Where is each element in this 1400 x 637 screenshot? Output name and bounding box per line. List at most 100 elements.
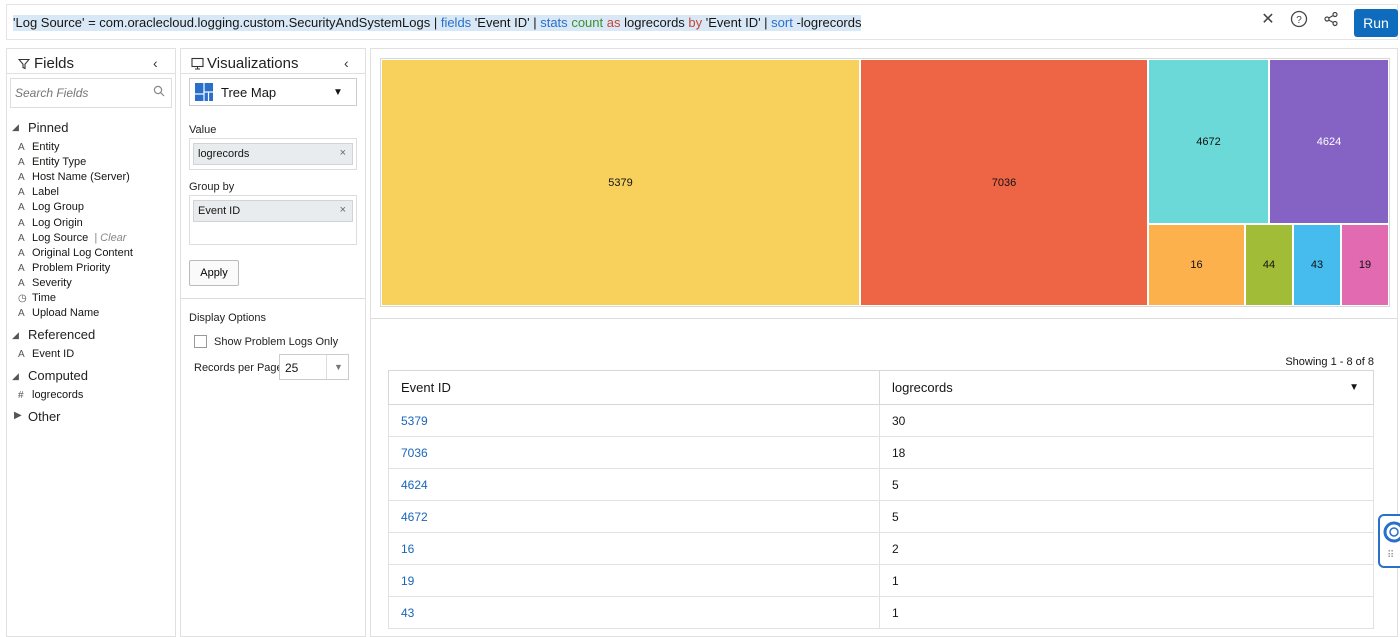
event-id-link[interactable]: 4672	[388, 500, 880, 533]
treemap-tile-label: 4672	[1196, 135, 1221, 148]
field-item[interactable]: ◷ Time	[18, 292, 56, 304]
field-type-icon: A	[18, 277, 25, 289]
group-referenced[interactable]: Referenced	[28, 327, 95, 342]
field-type-icon: A	[18, 187, 25, 199]
treemap-tile[interactable]: 4624	[1269, 59, 1389, 224]
search-fields-box[interactable]	[10, 78, 172, 108]
dropdown-arrow-icon[interactable]: ▼	[333, 87, 343, 98]
field-name: Problem Priority	[32, 261, 111, 274]
treemap-icon	[195, 83, 213, 106]
group-by-chip-label: Event ID	[198, 205, 241, 217]
treemap-tile[interactable]: 16	[1148, 224, 1245, 306]
field-item[interactable]: A Label	[18, 186, 59, 198]
drag-handle-icon[interactable]: ⠿	[1387, 550, 1395, 561]
treemap-tile-label: 16	[1190, 259, 1203, 271]
group-pinned[interactable]: Pinned	[28, 120, 68, 135]
field-item[interactable]: A Problem Priority	[18, 262, 110, 274]
event-id-link[interactable]: 43	[388, 596, 880, 629]
records-per-page-select[interactable]: 25 ▼	[279, 354, 349, 380]
group-computed[interactable]: Computed	[28, 368, 88, 383]
field-type-icon: A	[18, 217, 25, 229]
treemap-tile[interactable]: 5379	[381, 59, 860, 306]
query-token: -logrecords	[792, 15, 862, 30]
treemap-tile[interactable]: 43	[1293, 224, 1341, 306]
treemap-tile[interactable]: 4672	[1148, 59, 1269, 224]
event-id-link[interactable]: 19	[388, 564, 880, 597]
query-text[interactable]: 'Log Source' = com.oraclecloud.logging.c…	[13, 15, 862, 31]
event-id-link[interactable]: 7036	[388, 436, 880, 469]
lifebuoy-icon	[1383, 521, 1400, 548]
field-item[interactable]: # logrecords	[18, 389, 83, 401]
treemap-tile-label: 4624	[1316, 135, 1342, 148]
apply-button[interactable]: Apply	[189, 260, 239, 286]
field-name: Original Log Content	[32, 246, 133, 259]
table-row: 19 1	[388, 564, 1374, 597]
remove-chip-icon[interactable]: ×	[340, 204, 346, 216]
close-icon[interactable]: ✕	[1257, 8, 1279, 30]
field-item[interactable]: A Log Group	[18, 201, 84, 213]
caret-down-icon[interactable]: ◢	[12, 371, 19, 382]
field-item[interactable]: A Original Log Content	[18, 247, 133, 259]
query-token: 'Event ID' |	[471, 15, 541, 30]
group-by-chip[interactable]: Event ID ×	[193, 200, 353, 222]
problem-logs-checkbox[interactable]	[194, 335, 207, 348]
help-icon[interactable]: ?	[1288, 8, 1310, 30]
showing-count: Showing 1 - 8 of 8	[1285, 356, 1374, 368]
logrecords-cell: 5	[879, 468, 1374, 501]
event-id-link[interactable]: 16	[388, 532, 880, 565]
column-header-logrecords[interactable]: logrecords ▼	[879, 370, 1374, 405]
run-button[interactable]: Run	[1354, 9, 1398, 37]
collapse-viz-icon[interactable]: ‹	[344, 55, 349, 71]
field-item[interactable]: A Event ID	[18, 348, 74, 360]
query-token: logrecords	[620, 15, 689, 30]
field-item[interactable]: A Log Origin	[18, 217, 83, 229]
search-fields-input[interactable]	[15, 84, 145, 102]
visualization-select[interactable]: Tree Map ▼	[189, 78, 357, 106]
divider	[7, 73, 175, 74]
value-chip-label: logrecords	[198, 148, 250, 160]
group-by-dropzone[interactable]: Event ID ×	[189, 195, 357, 245]
divider	[181, 73, 365, 74]
display-options-label: Display Options	[189, 312, 267, 324]
field-name: Event ID	[32, 348, 75, 360]
collapse-fields-icon[interactable]: ‹	[153, 55, 158, 71]
logrecords-cell: 1	[879, 596, 1374, 629]
field-name: Severity	[32, 276, 72, 289]
field-item[interactable]: A Host Name (Server)	[18, 171, 130, 183]
field-item[interactable]: A Entity	[18, 141, 60, 153]
value-chip[interactable]: logrecords ×	[193, 143, 353, 165]
caret-down-icon[interactable]: ◢	[12, 330, 19, 341]
field-type-icon: A	[18, 247, 25, 259]
search-icon[interactable]	[153, 84, 165, 102]
query-token: count	[571, 15, 604, 30]
dropdown-arrow-icon[interactable]: ▼	[334, 362, 343, 372]
share-icon[interactable]	[1320, 8, 1342, 30]
value-dropzone[interactable]: logrecords ×	[189, 138, 357, 170]
caret-down-icon[interactable]: ◢	[12, 122, 19, 133]
help-widget[interactable]: ⠿	[1378, 514, 1400, 568]
table-header-row: Event ID logrecords ▼	[388, 370, 1374, 405]
column-header-logrecords-label: logrecords	[892, 380, 953, 395]
remove-chip-icon[interactable]: ×	[340, 147, 346, 159]
group-other[interactable]: Other	[28, 409, 61, 424]
query-token: 'Event ID' |	[702, 15, 772, 30]
event-id-link[interactable]: 5379	[388, 404, 880, 437]
query-token: fields	[440, 15, 472, 30]
event-id-link[interactable]: 4624	[388, 468, 880, 501]
treemap-tile[interactable]: 7036	[860, 59, 1148, 306]
field-item[interactable]: A Severity	[18, 277, 72, 289]
query-bar[interactable]: 'Log Source' = com.oraclecloud.logging.c…	[6, 4, 1398, 40]
treemap-tile[interactable]: 19	[1341, 224, 1389, 306]
sort-desc-icon[interactable]: ▼	[1349, 382, 1359, 393]
field-name: Log Source	[32, 231, 89, 244]
field-item[interactable]: A Entity Type	[18, 156, 86, 168]
field-type-icon: A	[18, 349, 25, 360]
treemap-tile[interactable]: 44	[1245, 224, 1293, 306]
table-row: 16 2	[388, 532, 1374, 565]
clear-filter-link[interactable]: | Clear	[94, 232, 126, 244]
column-header-event-id[interactable]: Event ID	[388, 370, 880, 405]
field-item[interactable]: A Log Source | Clear	[18, 232, 126, 244]
field-item[interactable]: A Upload Name	[18, 307, 99, 319]
field-type-icon: A	[18, 202, 25, 214]
caret-right-icon[interactable]: ▶	[14, 410, 22, 421]
